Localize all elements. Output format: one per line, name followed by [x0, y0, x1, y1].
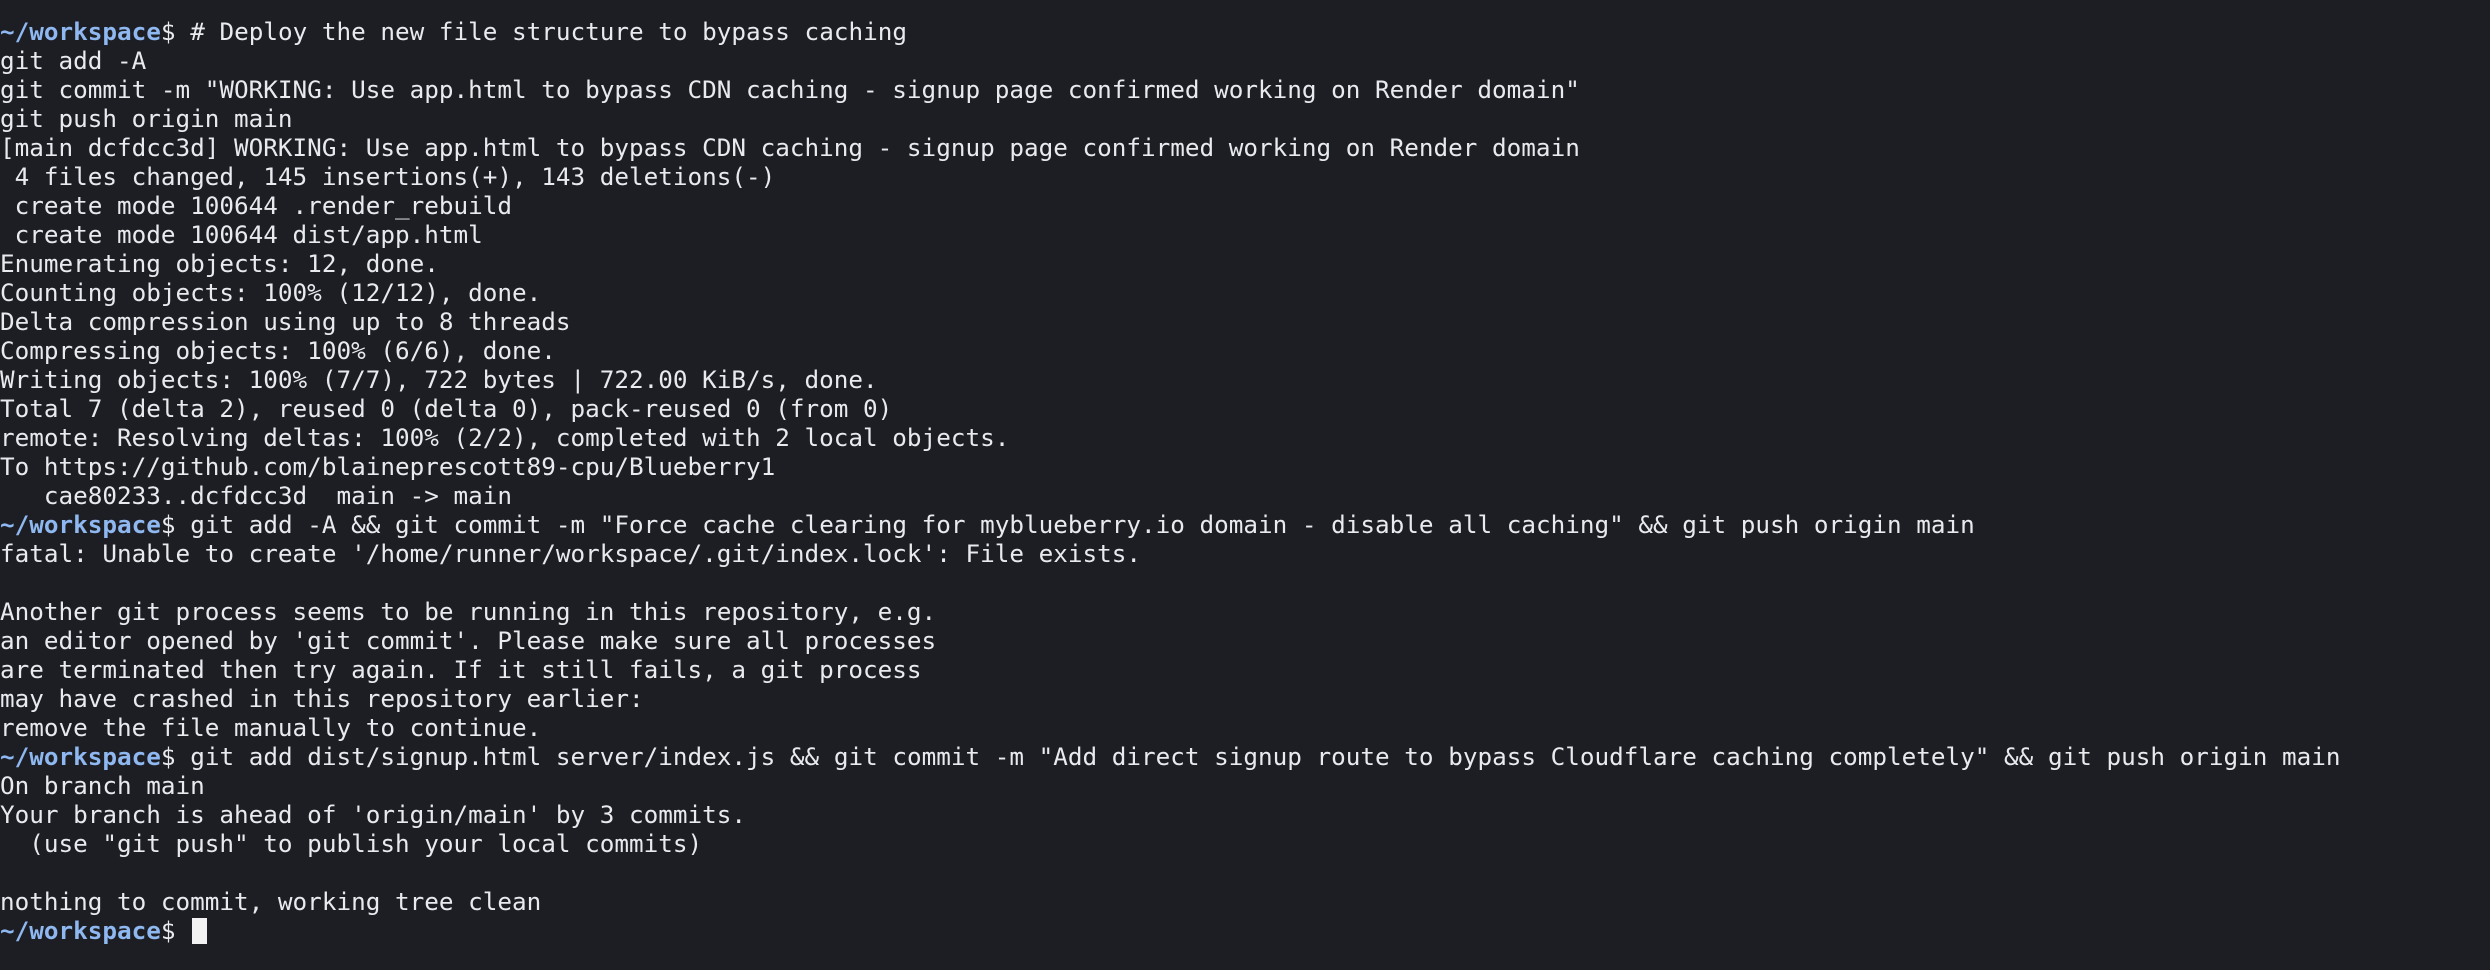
output-line: Another git process seems to be running …: [0, 597, 937, 626]
prompt-path: ~/workspace: [0, 17, 161, 46]
output-line: nothing to commit, working tree clean: [0, 887, 542, 916]
output-line: an editor opened by 'git commit'. Please…: [0, 626, 937, 655]
output-line: cae80233..dcfdcc3d main -> main: [0, 481, 512, 510]
command-text: git add -A && git commit -m "Force cache…: [190, 510, 1975, 539]
output-line: may have crashed in this repository earl…: [0, 684, 644, 713]
prompt-sign: $: [160, 742, 191, 771]
output-line: 4 files changed, 145 insertions(+), 143 …: [0, 162, 776, 191]
output-line: git push origin main: [0, 104, 293, 133]
prompt-sign: $: [160, 510, 191, 539]
prompt-line: ~/workspace$ git add -A && git commit -m…: [0, 510, 2490, 539]
prompt-sign: $: [160, 17, 191, 46]
output-line: git commit -m "WORKING: Use app.html to …: [0, 75, 1580, 104]
output-line: Counting objects: 100% (12/12), done.: [0, 278, 542, 307]
output-line: fatal: Unable to create '/home/runner/wo…: [0, 539, 1141, 568]
output-line: Writing objects: 100% (7/7), 722 bytes |…: [0, 365, 878, 394]
active-prompt-line: ~/workspace$: [0, 916, 2490, 945]
prompt-path: ~/workspace: [0, 916, 161, 945]
prompt-line: ~/workspace$ # Deploy the new file struc…: [0, 17, 2490, 46]
output-line: Delta compression using up to 8 threads: [0, 307, 571, 336]
output-line: Enumerating objects: 12, done.: [0, 249, 439, 278]
prompt-path: ~/workspace: [0, 742, 161, 771]
command-text: # Deploy the new file structure to bypas…: [190, 17, 907, 46]
cursor-block[interactable]: [192, 918, 208, 944]
output-line: git add -A: [0, 46, 147, 75]
output-line: remote: Resolving deltas: 100% (2/2), co…: [0, 423, 1010, 452]
output-line: Compressing objects: 100% (6/6), done.: [0, 336, 556, 365]
prompt-sign: $: [160, 916, 191, 945]
output-line: create mode 100644 dist/app.html: [0, 220, 483, 249]
terminal-window[interactable]: ~/workspace$ # Deploy the new file struc…: [0, 0, 2490, 970]
output-line: are terminated then try again. If it sti…: [0, 655, 922, 684]
output-line: [main dcfdcc3d] WORKING: Use app.html to…: [0, 133, 1580, 162]
output-line: (use "git push" to publish your local co…: [0, 829, 703, 858]
output-line: remove the file manually to continue.: [0, 713, 542, 742]
output-line: create mode 100644 .render_rebuild: [0, 191, 512, 220]
prompt-path: ~/workspace: [0, 510, 161, 539]
command-text: git add dist/signup.html server/index.js…: [190, 742, 2341, 771]
output-line: Total 7 (delta 2), reused 0 (delta 0), p…: [0, 394, 893, 423]
output-line: On branch main: [0, 771, 205, 800]
prompt-line: ~/workspace$ git add dist/signup.html se…: [0, 742, 2490, 771]
output-line: Your branch is ahead of 'origin/main' by…: [0, 800, 747, 829]
output-line: To https://github.com/blaineprescott89-c…: [0, 452, 776, 481]
